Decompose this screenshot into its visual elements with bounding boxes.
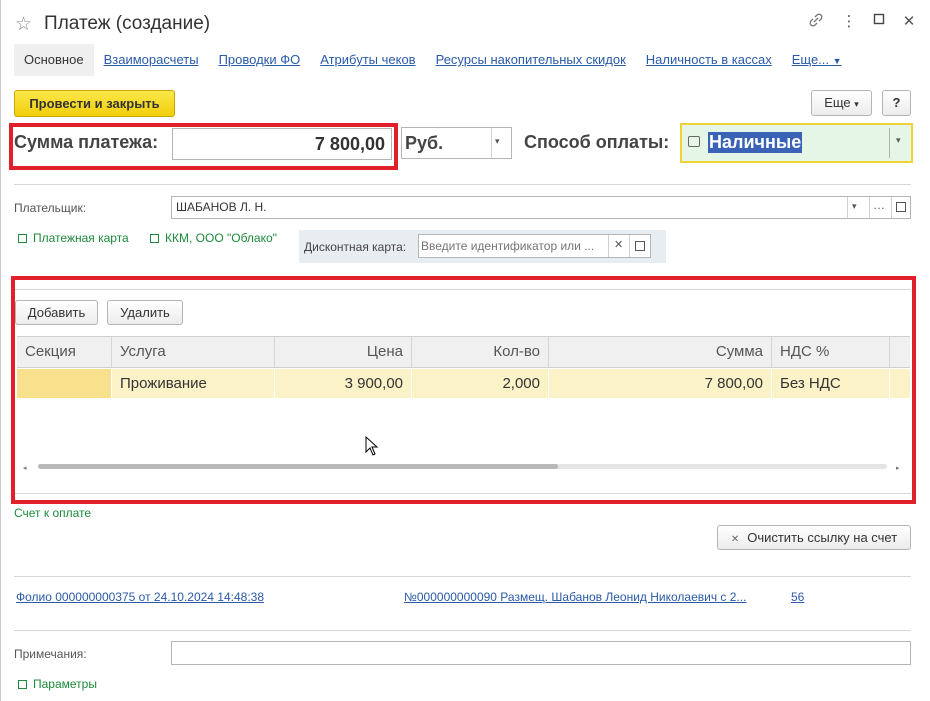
payment-card-label: Платежная карта [33, 231, 129, 245]
parameters-link[interactable]: Параметры [18, 677, 97, 691]
close-icon[interactable]: ✕ [899, 12, 919, 30]
open-link-icon [150, 234, 159, 243]
open-link-icon [18, 680, 27, 689]
delete-row-button[interactable]: Удалить [107, 300, 183, 325]
divider [14, 576, 911, 577]
open-link-icon [18, 234, 27, 243]
column-header-vat[interactable]: НДС % [772, 337, 890, 367]
ellipsis-icon[interactable]: … [873, 198, 885, 212]
title-bar: ☆ Платеж (создание) [15, 10, 210, 38]
column-header-service[interactable]: Услуга [112, 337, 275, 367]
amount-input[interactable]: 7 800,00 [172, 128, 392, 160]
star-icon[interactable]: ☆ [15, 13, 32, 36]
divider [14, 630, 911, 631]
payer-field[interactable]: ШАБАНОВ Л. Н. ▾ … [171, 196, 911, 219]
tab-settlements[interactable]: Взаиморасчеты [94, 44, 209, 76]
column-header-section[interactable]: Секция [17, 337, 112, 367]
payer-label: Плательщик: [14, 201, 87, 215]
help-button[interactable]: ? [882, 90, 911, 116]
notes-label: Примечания: [14, 647, 87, 661]
horizontal-scrollbar[interactable] [38, 464, 887, 469]
chevron-down-icon[interactable]: ▾ [852, 201, 857, 212]
notes-field[interactable] [171, 641, 911, 665]
folio-link[interactable]: Фолио 000000000375 от 24.10.2024 14:48:3… [16, 590, 264, 604]
more-button-label: Еще [824, 95, 851, 110]
divider [891, 197, 892, 218]
payment-method-value: Наличные [708, 132, 803, 153]
discount-label: Дисконтная карта: [304, 240, 407, 254]
add-row-button[interactable]: Добавить [15, 300, 98, 325]
cell-vat[interactable]: Без НДС [772, 369, 890, 398]
maximize-icon[interactable] [869, 12, 889, 29]
more-vert-icon[interactable]: ⋮ [839, 12, 859, 30]
table-row[interactable]: Проживание 3 900,00 2,000 7 800,00 Без Н… [17, 369, 910, 398]
kkm-link[interactable]: ККМ, ООО "Облако" [150, 231, 277, 245]
divider [15, 289, 911, 290]
clear-invoice-label: Очистить ссылку на счет [747, 530, 898, 545]
payer-value: ШАБАНОВ Л. Н. [176, 200, 267, 214]
chevron-down-icon: ▾ [495, 136, 500, 146]
clear-icon[interactable]: ✕ [614, 238, 623, 251]
open-icon[interactable] [635, 241, 645, 251]
tab-more-label: Еще... [791, 52, 830, 67]
wallet-icon [688, 136, 700, 147]
payment-card-link[interactable]: Платежная карта [18, 231, 129, 245]
payment-method-label: Способ оплаты: [524, 132, 670, 152]
kkm-label: ККМ, ООО "Облако" [165, 231, 277, 245]
clear-icon: ✕ [730, 534, 740, 545]
currency-select[interactable]: Руб. ▾ [401, 127, 512, 159]
divider [889, 128, 890, 158]
open-icon[interactable] [896, 202, 906, 212]
scrollbar-thumb[interactable] [38, 464, 558, 469]
more-button[interactable]: Еще ▾ [811, 90, 872, 116]
scroll-right-icon[interactable]: ▸ [896, 464, 900, 472]
tab-postings[interactable]: Проводки ФО [209, 44, 311, 76]
tab-bar: Основное Взаиморасчеты Проводки ФО Атриб… [14, 44, 852, 76]
tab-main[interactable]: Основное [14, 44, 94, 76]
table-header: Секция Услуга Цена Кол-во Сумма НДС % [17, 336, 910, 368]
divider [629, 235, 630, 257]
column-header-qty[interactable]: Кол-во [412, 337, 549, 367]
payment-window: ☆ Платеж (создание) ⋮ ✕ Основное Взаимор… [0, 0, 930, 701]
discount-card-input[interactable] [421, 237, 606, 255]
tab-more[interactable]: Еще... ▼ [782, 44, 852, 76]
column-header-sum[interactable]: Сумма [549, 337, 772, 367]
discount-card-field[interactable]: ✕ [418, 234, 651, 258]
invoice-link[interactable]: Счет к оплате [14, 506, 91, 520]
booking-link[interactable]: №000000000090 Размещ. Шабанов Леонид Ник… [404, 590, 746, 604]
discount-panel: Дисконтная карта: ✕ [299, 230, 666, 263]
tab-cash[interactable]: Наличность в кассах [636, 44, 782, 76]
payment-method-select[interactable]: Наличные ▾ [680, 123, 913, 163]
currency-value: Руб. [405, 133, 444, 153]
column-header-price[interactable]: Цена [275, 337, 412, 367]
booking-number-link[interactable]: 56 [791, 590, 804, 604]
mouse-cursor-icon [365, 435, 379, 459]
tab-receipt-attributes[interactable]: Атрибуты чеков [310, 44, 425, 76]
divider [869, 197, 870, 218]
parameters-label: Параметры [33, 677, 97, 691]
divider [14, 184, 911, 185]
divider [608, 235, 609, 257]
divider [15, 493, 911, 494]
dropdown-arrow-icon: ▼ [832, 56, 842, 66]
divider [491, 128, 492, 158]
cell-qty[interactable]: 2,000 [412, 369, 549, 398]
cell-price[interactable]: 3 900,00 [275, 369, 412, 398]
chevron-down-icon: ▾ [896, 135, 901, 145]
post-and-close-button[interactable]: Провести и закрыть [14, 90, 175, 117]
page-title: Платеж (создание) [44, 13, 211, 34]
amount-label: Сумма платежа: [14, 132, 159, 152]
link-icon[interactable] [806, 12, 826, 32]
more-dropdown-icon: ▾ [854, 99, 859, 109]
scroll-left-icon[interactable]: ◂ [23, 464, 27, 472]
cell-section[interactable] [17, 369, 112, 398]
clear-invoice-button[interactable]: ✕ Очистить ссылку на счет [717, 525, 911, 550]
tab-discount-resources[interactable]: Ресурсы накопительных скидок [426, 44, 636, 76]
cell-sum[interactable]: 7 800,00 [549, 369, 772, 398]
cell-service[interactable]: Проживание [112, 369, 275, 398]
divider [847, 197, 848, 218]
